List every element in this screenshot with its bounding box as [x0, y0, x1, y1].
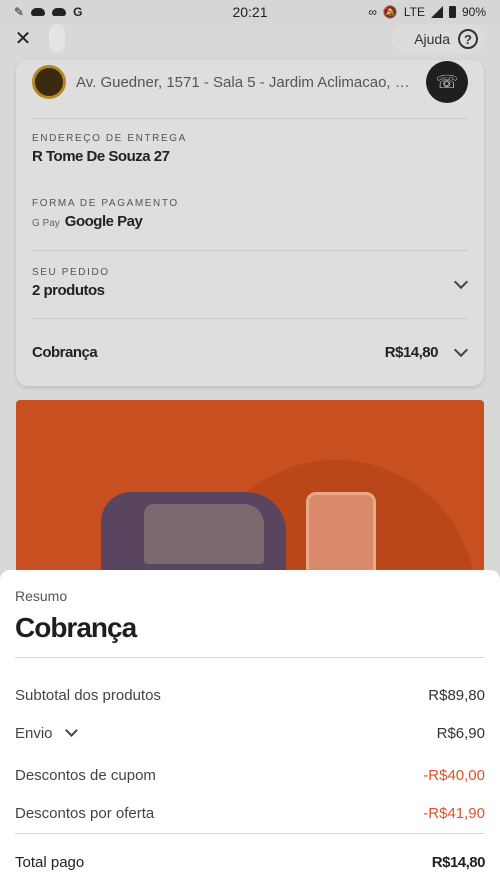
sheet-kicker: Resumo [15, 588, 68, 604]
divider [15, 657, 485, 658]
google-icon: G [73, 5, 83, 19]
link-icon: ∞ [368, 5, 377, 19]
top-nav: ✕ Ajuda ? [0, 24, 500, 68]
promo-banner[interactable] [16, 400, 484, 590]
drag-handle[interactable] [49, 24, 65, 52]
order-items-label: SEU PEDIDO [32, 267, 110, 278]
line-item-subtotal: Subtotal dos produtos R$89,80 [15, 683, 485, 707]
line-item-amount: R$89,80 [428, 686, 485, 704]
store-logo [32, 65, 66, 99]
chevron-down-icon [453, 342, 469, 358]
charge-summary-sheet: Resumo Cobrança Subtotal dos produtos R$… [0, 570, 500, 889]
delivery-address-section: ENDEREÇO DE ENTREGA R Tome De Souza 27 [32, 118, 468, 180]
payment-method-value: G Pay Google Pay [32, 213, 468, 230]
charge-label: Cobrança [32, 344, 98, 361]
line-item-coupon-discount: Descontos de cupom -R$40,00 [15, 763, 485, 787]
battery-level: 90% [461, 5, 486, 19]
signal-icon [430, 6, 443, 18]
help-button[interactable]: Ajuda ? [392, 24, 486, 54]
payment-method-name: Google Pay [64, 213, 143, 230]
line-item-amount: -R$40,00 [423, 766, 485, 784]
help-label: Ajuda [414, 31, 450, 47]
delivery-address-value: R Tome De Souza 27 [32, 148, 170, 165]
line-item-label: Descontos de cupom [15, 766, 156, 784]
payment-method-section: FORMA DE PAGAMENTO G Pay Google Pay [32, 184, 468, 246]
system-icons: ∞ 🔕 LTE 90% [306, 5, 486, 19]
order-details-background: Av. Guedner, 1571 - Sala 5 - Jardim Acli… [0, 60, 500, 590]
close-button[interactable]: ✕ [12, 28, 34, 50]
status-bar: ✎ G 20:21 ∞ 🔕 LTE 90% [0, 0, 500, 24]
total-row: Total pago R$14,80 [15, 850, 486, 874]
line-item-amount: R$6,90 [436, 724, 485, 742]
line-item-shipping[interactable]: Envio R$6,90 [15, 721, 485, 745]
pin-icon: ✎ [14, 5, 25, 19]
delivery-address-label: ENDEREÇO DE ENTREGA [32, 133, 187, 144]
charge-amount: R$14,80 [384, 344, 439, 361]
line-item-label: Envio [15, 724, 53, 742]
store-address: Av. Guedner, 1571 - Sala 5 - Jardim Acli… [76, 73, 421, 91]
order-card: Av. Guedner, 1571 - Sala 5 - Jardim Acli… [16, 60, 484, 386]
order-items-value: 2 produtos [32, 282, 105, 299]
order-items-section[interactable]: SEU PEDIDO 2 produtos [32, 250, 469, 318]
cloud-icon [52, 8, 67, 16]
google-pay-icon: G Pay [32, 218, 60, 229]
sheet-title: Cobrança [15, 612, 137, 643]
charge-row[interactable]: Cobrança R$14,80 [32, 318, 469, 386]
line-item-label: Descontos por oferta [15, 804, 155, 822]
line-item-amount: -R$41,90 [423, 804, 485, 822]
vehicle-window-illustration [144, 504, 264, 564]
chevron-down-icon [64, 723, 78, 737]
status-time: 20:21 [232, 4, 268, 20]
mute-icon: 🔕 [382, 5, 398, 19]
line-item-label: Subtotal dos produtos [15, 686, 161, 704]
divider [15, 833, 485, 834]
battery-icon [448, 6, 456, 18]
cloud-icon [31, 8, 46, 16]
network-type: LTE [403, 5, 425, 19]
help-icon: ? [458, 29, 478, 49]
line-item-offer-discount: Descontos por oferta -R$41,90 [15, 801, 485, 825]
notification-icons: ✎ G [14, 5, 194, 19]
payment-method-label: FORMA DE PAGAMENTO [32, 198, 179, 209]
phone-icon: ☏ [435, 71, 459, 92]
total-label: Total pago [15, 853, 85, 871]
total-amount: R$14,80 [431, 853, 486, 871]
